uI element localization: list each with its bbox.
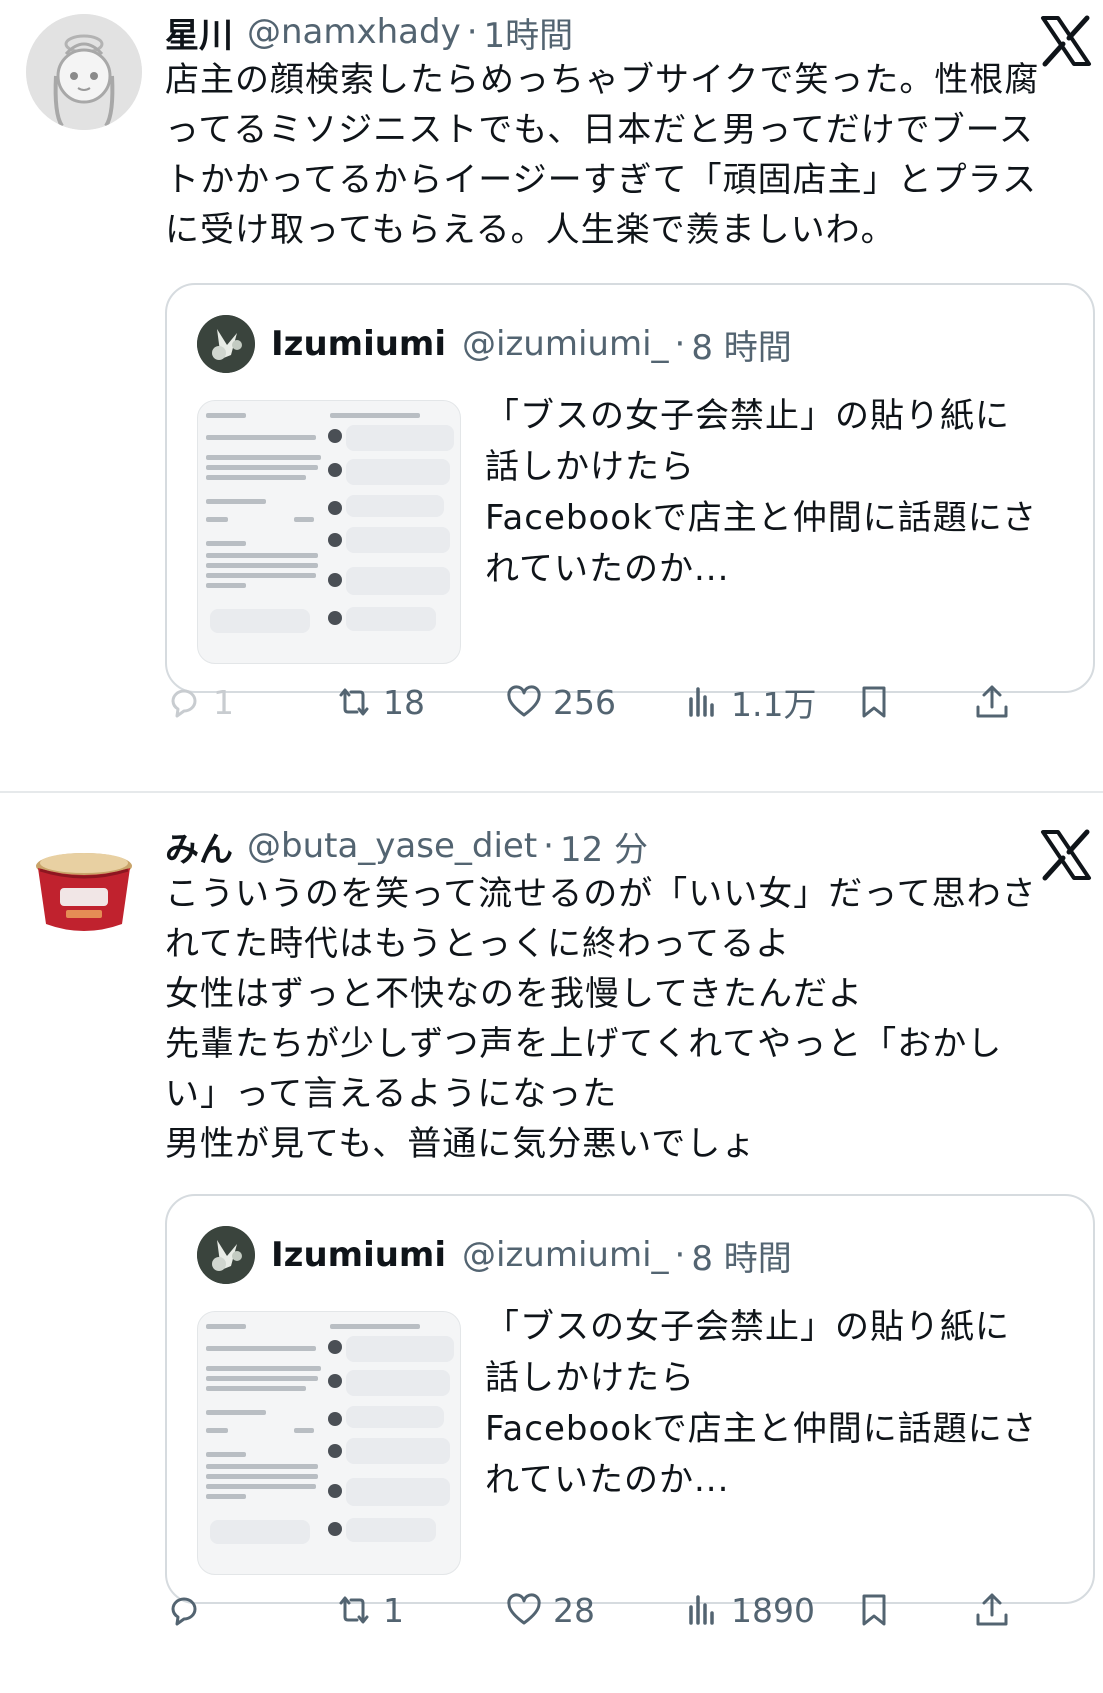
quote-avatar — [197, 315, 255, 373]
tweet-header: みん @buta_yase_diet · 12 分 — [165, 820, 648, 872]
share-icon — [976, 1593, 1008, 1626]
quote-timestamp: 8 時間 — [691, 1238, 792, 1279]
bookmark-button[interactable] — [855, 1580, 903, 1640]
like-button[interactable]: 28 — [505, 1580, 595, 1640]
quote-header: Izumiumi @izumiumi_ · 8 時間 — [271, 315, 792, 373]
tweet[interactable]: みん @buta_yase_diet · 12 分 こういうのを笑って流せるのが… — [0, 814, 1103, 1693]
separator-dot: · — [466, 12, 478, 52]
like-count: 256 — [553, 682, 616, 722]
heart-icon — [507, 685, 541, 717]
bookmark-icon — [862, 1594, 886, 1626]
separator-dot: · — [674, 324, 686, 364]
views-button[interactable]: 1890 — [683, 1580, 815, 1640]
user-name[interactable]: 星川 — [165, 8, 233, 57]
views-button[interactable]: 1.1万 — [683, 672, 816, 732]
quote-timestamp: 8 時間 — [691, 327, 792, 368]
user-name[interactable]: みん — [165, 822, 233, 871]
quote-header: Izumiumi @izumiumi_ · 8 時間 — [271, 1226, 792, 1284]
quote-user-name: Izumiumi — [271, 1235, 447, 1275]
reply-icon — [171, 689, 197, 718]
avatar[interactable] — [26, 826, 142, 942]
quote-text: 「ブスの女子会禁止」の貼り紙に 話しかけたら Facebookで店主と仲間に話題… — [485, 1307, 1038, 1500]
retweet-count: 1 — [383, 1590, 404, 1630]
like-button[interactable]: 256 — [505, 672, 616, 732]
views-chart-icon — [689, 1595, 714, 1625]
quote-text: 「ブスの女子会禁止」の貼り紙に 話しかけたら Facebookで店主と仲間に話題… — [485, 396, 1038, 589]
quote-user-handle: @izumiumi_ — [462, 1235, 669, 1275]
retweet-button[interactable]: 1 — [335, 1580, 404, 1640]
heart-icon — [507, 1593, 541, 1625]
retweet-icon — [339, 1596, 369, 1624]
action-bar: 1 28 1890 — [165, 1580, 1095, 1640]
user-handle[interactable]: @buta_yase_diet — [247, 826, 537, 866]
reply-count: 1 — [213, 682, 234, 722]
tweet-text: こういうのを笑って流せるのが「いい女」だって思わさ れてた時代はもうとっくに終わ… — [165, 874, 1037, 1164]
separator-dot: · — [674, 1235, 686, 1275]
tweet-text: 店主の顔検索したらめっちゃブサイクで笑った。性根腐 ってるミソジニストでも、日本… — [165, 60, 1040, 250]
quote-image[interactable] — [197, 1311, 461, 1575]
bookmark-icon — [862, 686, 886, 718]
share-button[interactable] — [973, 672, 1021, 732]
separator-dot: · — [543, 826, 554, 866]
share-button[interactable] — [973, 1580, 1021, 1640]
bookmark-button[interactable] — [855, 672, 903, 732]
share-icon — [976, 685, 1008, 718]
timestamp[interactable]: 12 分 — [560, 822, 648, 871]
reply-button[interactable]: 1 — [165, 672, 234, 732]
quote-user-handle: @izumiumi_ — [462, 324, 669, 364]
retweet-button[interactable]: 18 — [335, 672, 425, 732]
like-count: 28 — [553, 1590, 595, 1630]
timestamp[interactable]: 1時間 — [484, 8, 574, 57]
action-bar: 1 18 256 1.1万 — [165, 672, 1095, 732]
retweet-count: 18 — [383, 682, 425, 722]
tweet-divider — [0, 791, 1103, 793]
tweet-header: 星川 @namxhady · 1時間 — [165, 6, 573, 58]
quote-user-name: Izumiumi — [271, 324, 447, 364]
retweet-icon — [339, 688, 369, 716]
reply-button[interactable] — [165, 1580, 213, 1640]
quoted-tweet[interactable]: Izumiumi @izumiumi_ · 8 時間 「ブスの女子会禁止」の貼り… — [165, 1194, 1095, 1604]
tweet[interactable]: 星川 @namxhady · 1時間 店主の顔検索したらめっちゃブサイクで笑った… — [0, 0, 1103, 735]
quoted-tweet[interactable]: Izumiumi @izumiumi_ · 8 時間 「ブスの女子会禁止」の貼り… — [165, 283, 1095, 693]
user-handle[interactable]: @namxhady — [247, 12, 461, 52]
reply-icon — [171, 1597, 197, 1626]
views-chart-icon — [689, 687, 714, 717]
quote-image[interactable] — [197, 400, 461, 664]
quote-avatar — [197, 1226, 255, 1284]
view-count: 1890 — [731, 1590, 815, 1630]
view-count: 1.1万 — [731, 685, 817, 724]
avatar[interactable] — [26, 14, 142, 130]
